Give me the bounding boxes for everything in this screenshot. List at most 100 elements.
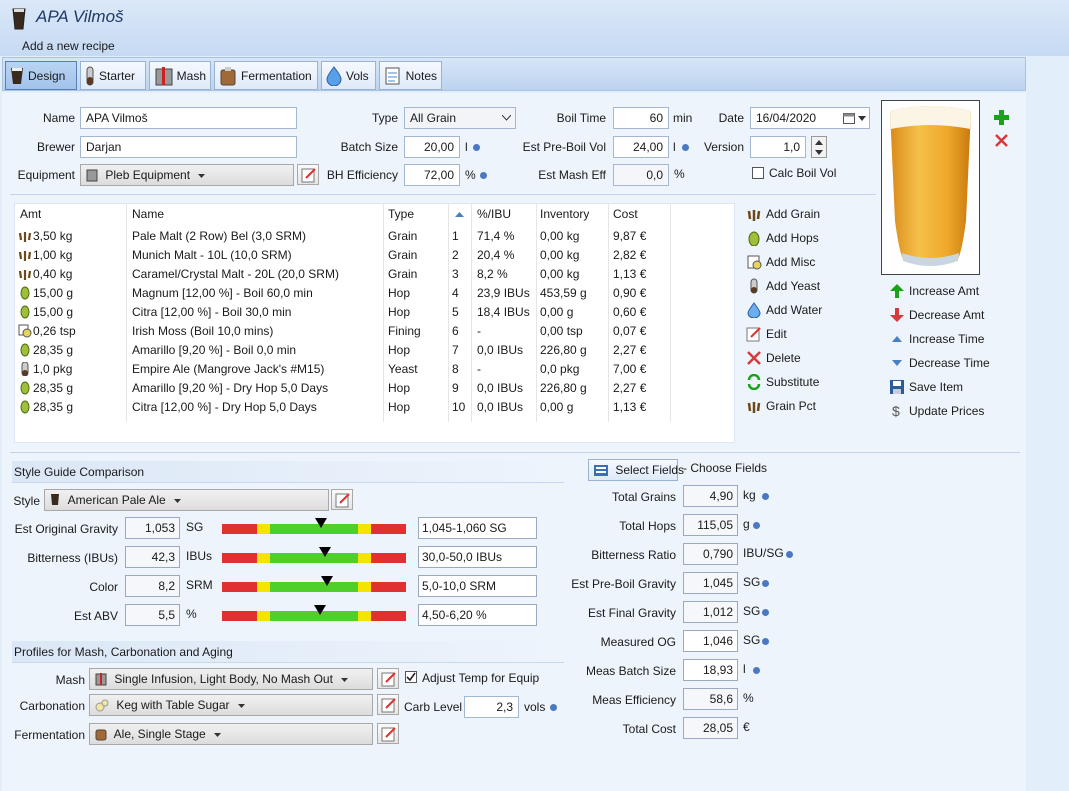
adjust-temp-checkbox[interactable] xyxy=(405,671,417,683)
column-header[interactable]: %/IBU xyxy=(477,205,511,224)
version-spinner[interactable] xyxy=(811,136,827,158)
info-dot-icon[interactable] xyxy=(762,580,769,587)
fermenter-icon xyxy=(95,729,107,741)
edit-button[interactable]: Edit xyxy=(746,326,787,342)
info-dot-icon[interactable] xyxy=(480,172,487,179)
calc-boil-vol-checkbox[interactable] xyxy=(752,167,764,179)
info-dot-icon[interactable] xyxy=(753,667,760,674)
checkmark-icon xyxy=(406,672,416,682)
type-label: Type xyxy=(371,111,398,125)
brewer-label: Brewer xyxy=(36,140,75,154)
tab-vols[interactable]: Vols xyxy=(321,61,376,90)
date-picker[interactable]: 16/04/2020 xyxy=(750,107,870,129)
name-input[interactable]: APA Vilmoš xyxy=(80,107,297,129)
table-row[interactable]: 1,00 kg Munich Malt - 10L (10,0 SRM) Grain… xyxy=(15,246,736,265)
batch-size-input[interactable]: 20,00 xyxy=(404,136,460,158)
table-cell-type: Grain xyxy=(388,248,418,262)
carbonation-select[interactable]: Keg with Table Sugar xyxy=(89,694,373,716)
column-header[interactable]: Name xyxy=(132,205,164,224)
stat-unit: l xyxy=(743,662,746,676)
window-title: APA Vilmoš xyxy=(36,7,124,26)
action-label: Add Water xyxy=(766,303,823,317)
tab-design[interactable]: Design xyxy=(5,61,77,90)
boil-time-input[interactable]: 60 xyxy=(613,107,669,129)
range-segment xyxy=(269,553,359,563)
tab-label: Mash xyxy=(176,68,206,83)
info-dot-icon[interactable] xyxy=(550,704,557,711)
decrease-amt-button[interactable]: Decrease Amt xyxy=(889,307,984,323)
table-row[interactable]: 28,35 g Amarillo [9,20 %] - Boil 0,0 min H… xyxy=(15,341,736,360)
delete-button[interactable]: Delete xyxy=(746,350,801,366)
mash-profile-select[interactable]: Single Infusion, Light Body, No Mash Out xyxy=(89,668,373,690)
chevron-down-icon[interactable] xyxy=(815,150,823,155)
edit-carbonation-button[interactable] xyxy=(377,694,399,715)
table-row[interactable]: 1,0 pkg Empire Ale (Mangrove Jack's #M15)… xyxy=(15,360,736,379)
bh-efficiency-input[interactable]: 72,00 xyxy=(404,164,460,186)
edit-mash-button[interactable] xyxy=(377,668,399,689)
notes-icon xyxy=(385,67,400,84)
increase-amt-button[interactable]: Increase Amt xyxy=(889,283,979,299)
tab-notes[interactable]: Notes xyxy=(379,61,442,90)
substitute-button[interactable]: Substitute xyxy=(746,374,819,390)
tab-label: Notes xyxy=(405,68,437,83)
sort-ascending-icon[interactable] xyxy=(455,212,464,217)
add-recipe-link[interactable]: Add a new recipe xyxy=(22,39,115,53)
info-dot-icon[interactable] xyxy=(473,144,480,151)
pre-boil-vol-input[interactable]: 24,00 xyxy=(613,136,669,158)
substitute-icon xyxy=(747,374,761,390)
table-cell-amt: 15,00 g xyxy=(33,305,74,319)
tab-starter[interactable]: Starter xyxy=(80,61,146,90)
table-row[interactable]: 0,40 kg Caramel/Crystal Malt - 20L (20,0 … xyxy=(15,265,736,284)
stat-value: 0,790 xyxy=(683,543,738,565)
info-dot-icon[interactable] xyxy=(762,493,769,500)
column-header[interactable]: Inventory xyxy=(540,205,589,224)
column-header[interactable]: Amt xyxy=(20,205,41,224)
increase-time-button[interactable]: Increase Time xyxy=(889,331,984,347)
chevron-up-icon[interactable] xyxy=(815,140,823,145)
edit-style-button[interactable] xyxy=(331,489,353,510)
info-dot-icon[interactable] xyxy=(786,551,793,558)
style-select[interactable]: American Pale Ale xyxy=(44,489,329,511)
arrow-down-icon xyxy=(890,308,904,322)
select-fields-button[interactable]: Select Fields xyxy=(588,459,684,481)
add-grain-button[interactable]: Add Grain xyxy=(746,206,820,222)
add-water-button[interactable]: Add Water xyxy=(746,302,822,318)
tab-mash[interactable]: Mash xyxy=(149,61,211,90)
table-row[interactable]: 3,50 kg Pale Malt (2 Row) Bel (3,0 SRM) Gr… xyxy=(15,227,736,246)
tab-fermentation[interactable]: Fermentation xyxy=(214,61,318,90)
table-row[interactable]: 15,00 g Magnum [12,00 %] - Boil 60,0 min H… xyxy=(15,284,736,303)
stat-value[interactable]: 18,93 xyxy=(683,659,738,681)
equipment-select[interactable]: Pleb Equipment xyxy=(80,164,294,186)
version-input[interactable]: 1,0 xyxy=(750,136,806,158)
type-select[interactable]: All Grain xyxy=(404,107,516,129)
name-label: Name xyxy=(42,111,75,125)
column-header[interactable]: Type xyxy=(388,205,414,224)
fermentation-select[interactable]: Ale, Single Stage xyxy=(89,723,373,745)
add-yeast-button[interactable]: Add Yeast xyxy=(746,278,820,294)
delete-icon[interactable] xyxy=(994,133,1009,148)
table-row[interactable]: 28,35 g Amarillo [9,20 %] - Dry Hop 5,0 D… xyxy=(15,379,736,398)
table-row[interactable]: 28,35 g Citra [12,00 %] - Dry Hop 5,0 Day… xyxy=(15,398,736,417)
table-cell-type: Grain xyxy=(388,229,418,243)
brewer-input[interactable]: Darjan xyxy=(80,136,297,158)
table-row[interactable]: 0,26 tsp Irish Moss (Boil 10,0 mins) Finin… xyxy=(15,322,736,341)
info-dot-icon[interactable] xyxy=(762,609,769,616)
info-dot-icon[interactable] xyxy=(753,522,760,529)
add-icon[interactable] xyxy=(993,109,1010,126)
column-header[interactable]: Cost xyxy=(613,205,638,224)
edit-equipment-button[interactable] xyxy=(297,164,319,185)
table-row[interactable]: 15,00 g Citra [12,00 %] - Boil 30,0 min Ho… xyxy=(15,303,736,322)
update-prices-button[interactable]: $ Update Prices xyxy=(889,403,984,419)
info-dot-icon[interactable] xyxy=(762,638,769,645)
edit-fermentation-button[interactable] xyxy=(377,723,399,744)
save-item-button[interactable]: Save Item xyxy=(889,379,963,395)
stat-value[interactable]: 1,046 xyxy=(683,630,738,652)
info-dot-icon[interactable] xyxy=(682,144,689,151)
action-label: Grain Pct xyxy=(766,399,817,413)
decrease-time-button[interactable]: Decrease Time xyxy=(889,355,990,371)
carb-level-input[interactable]: 2,3 xyxy=(464,696,519,718)
add-misc-button[interactable]: Add Misc xyxy=(746,254,815,270)
add-hops-button[interactable]: Add Hops xyxy=(746,230,819,246)
grain-pct-button[interactable]: Grain Pct xyxy=(746,398,816,414)
table-cell-type: Hop xyxy=(388,286,411,300)
